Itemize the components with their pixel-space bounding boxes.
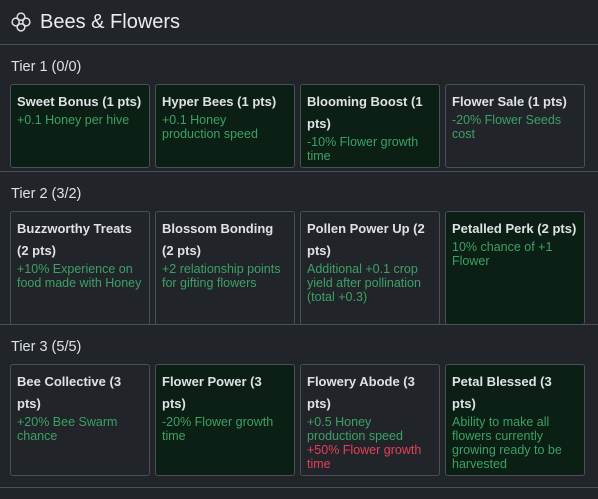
skill-desc: Ability to make all flowers currently gr…: [452, 415, 562, 471]
skill-card-pollen-power-up[interactable]: Pollen Power Up (2 pts) Additional +0.1 …: [300, 211, 440, 325]
skill-name: Petalled Perk (2 pts): [452, 221, 577, 236]
skill-name: Sweet Bonus (1 pts): [17, 94, 142, 109]
tier-2-section: Tier 2 (3/2) Buzzworthy Treats (2 pts) +…: [0, 171, 598, 325]
skills-panel: Bees & Flowers Tier 1 (0/0) Sweet Bonus …: [0, 0, 598, 499]
skill-card-blooming-boost[interactable]: Blooming Boost (1 pts) -10% Flower growt…: [300, 84, 440, 168]
skill-name: Hyper Bees (1 pts): [162, 94, 277, 109]
skill-card-flower-sale[interactable]: Flower Sale (1 pts) -20% Flower Seeds co…: [445, 84, 585, 168]
skill-name: Petal Blessed (3 pts): [452, 374, 552, 411]
skill-desc: Additional +0.1 crop yield after pollina…: [307, 262, 421, 304]
skill-card-hyper-bees[interactable]: Hyper Bees (1 pts) +0.1 Honey production…: [155, 84, 295, 168]
skill-desc: +2 relationship points for gifting flowe…: [162, 262, 281, 290]
skill-name: Blossom Bonding (2 pts): [162, 221, 274, 258]
skill-name: Pollen Power Up (2 pts): [307, 221, 425, 258]
skill-name: Blooming Boost (1 pts): [307, 94, 423, 131]
skill-name: Flowery Abode (3 pts): [307, 374, 415, 411]
skill-desc: -20% Flower growth time: [162, 415, 274, 443]
skill-card-buzzworthy-treats[interactable]: Buzzworthy Treats (2 pts) +10% Experienc…: [10, 211, 150, 325]
skill-desc: +20% Bee Swarm chance: [17, 415, 118, 443]
skill-desc: -10% Flower growth time: [307, 135, 419, 163]
panel-header: Bees & Flowers: [0, 0, 598, 44]
skill-card-petalled-perk[interactable]: Petalled Perk (2 pts) 10% chance of +1 F…: [445, 211, 585, 325]
skill-desc: +0.1 Honey per hive: [17, 113, 130, 127]
skill-name: Flower Sale (1 pts): [452, 94, 567, 109]
skill-card-flowery-abode[interactable]: Flowery Abode (3 pts) +0.5 Honey product…: [300, 364, 440, 476]
skill-card-flower-power[interactable]: Flower Power (3 pts) -20% Flower growth …: [155, 364, 295, 476]
skill-name: Bee Collective (3 pts): [17, 374, 122, 411]
skill-card-blossom-bonding[interactable]: Blossom Bonding (2 pts) +2 relationship …: [155, 211, 295, 325]
skill-name: Buzzworthy Treats (2 pts): [17, 221, 132, 258]
tier-3-section: Tier 3 (5/5) Bee Collective (3 pts) +20%…: [0, 324, 598, 488]
tier-label: Tier 1 (0/0): [11, 59, 82, 75]
skill-desc: +0.5 Honey production speed: [307, 415, 403, 443]
tier-label: Tier 3 (5/5): [11, 339, 82, 355]
tier-1-section: Tier 1 (0/0) Sweet Bonus (1 pts) +0.1 Ho…: [0, 44, 598, 171]
skill-desc: 10% chance of +1 Flower: [452, 240, 553, 268]
panel-title: Bees & Flowers: [40, 10, 181, 33]
skill-desc: +0.1 Honey production speed: [162, 113, 258, 141]
skill-drawback: +50% Flower growth time: [307, 443, 422, 471]
skill-desc: -20% Flower Seeds cost: [452, 113, 562, 141]
skill-card-bee-collective[interactable]: Bee Collective (3 pts) +20% Bee Swarm ch…: [10, 364, 150, 476]
skill-name: Flower Power (3 pts): [162, 374, 262, 411]
skill-card-petal-blessed[interactable]: Petal Blessed (3 pts) Ability to make al…: [445, 364, 585, 476]
skill-desc: +10% Experience on food made with Honey: [17, 262, 142, 290]
tier-label: Tier 2 (3/2): [11, 186, 82, 202]
flower-icon: [11, 12, 31, 32]
skill-card-sweet-bonus[interactable]: Sweet Bonus (1 pts) +0.1 Honey per hive: [10, 84, 150, 168]
